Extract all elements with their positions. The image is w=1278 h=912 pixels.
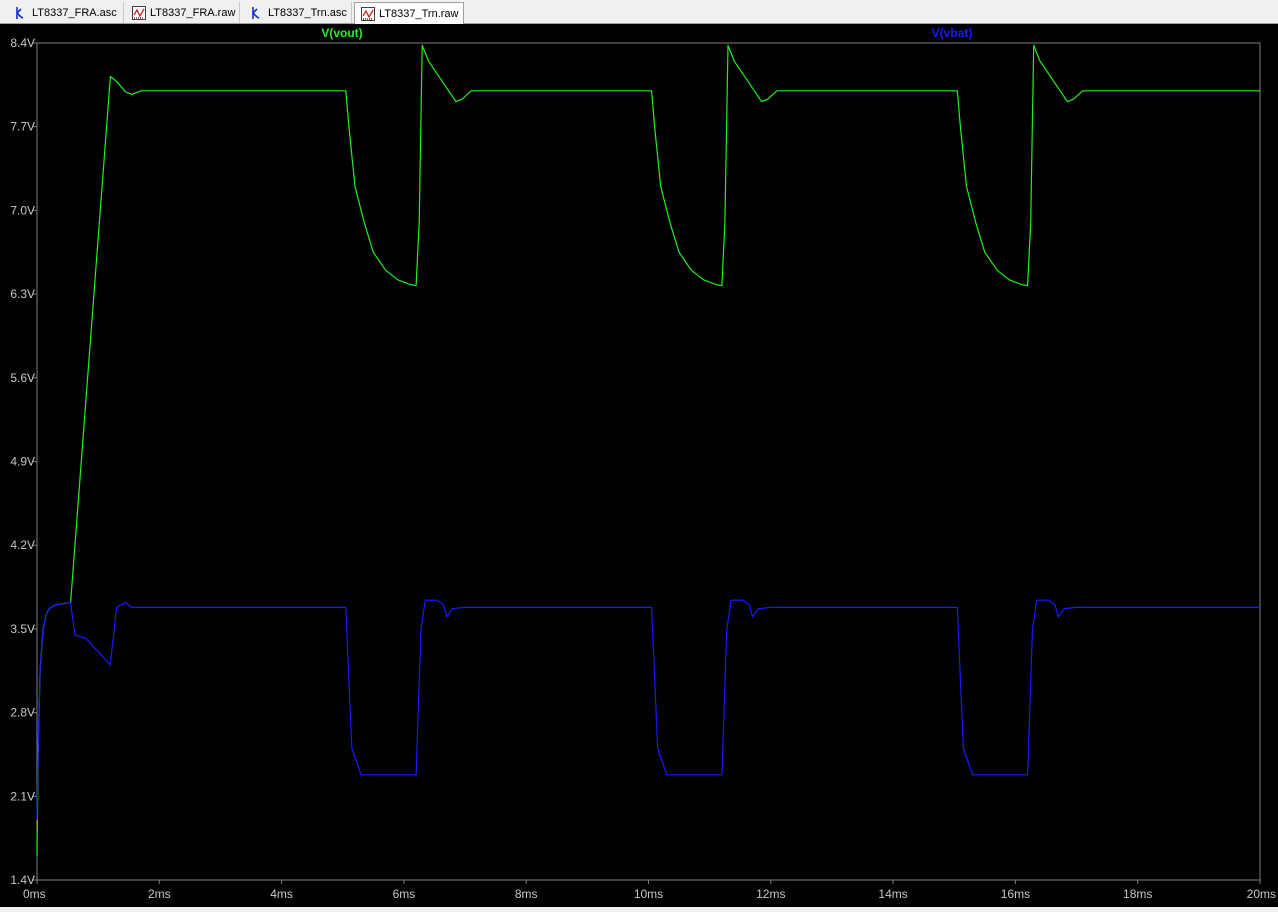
x-tick-label: 8ms xyxy=(515,887,538,901)
y-tick-label: 3.5V xyxy=(10,622,35,636)
x-tick-label: 14ms xyxy=(878,887,907,901)
y-tick-label: 4.2V xyxy=(10,538,35,552)
y-tick-label: 4.9V xyxy=(10,455,35,469)
x-tick-label: 16ms xyxy=(1001,887,1030,901)
legend-vbat[interactable]: V(vbat) xyxy=(932,26,973,40)
x-tick-label: 12ms xyxy=(756,887,785,901)
tab-label: LT8337_Trn.raw xyxy=(379,7,459,20)
tab-label: LT8337_FRA.asc xyxy=(32,6,117,19)
waveform-chart[interactable]: 1.4V 2.1V 2.8V 3.5V 4.2V 4.9V 5.6V 6.3V 7.0V 7.7V… xyxy=(0,24,1278,907)
y-tick-label: 1.4V xyxy=(10,873,35,887)
x-tick-label: 18ms xyxy=(1123,887,1152,901)
schematic-icon xyxy=(250,6,264,20)
x-tick-label: 4ms xyxy=(270,887,293,901)
tab-label: LT8337_Trn.asc xyxy=(268,6,347,19)
tab-trn-asc[interactable]: LT8337_Trn.asc xyxy=(244,2,352,23)
waveform-icon xyxy=(132,5,146,20)
x-tick-label: 0ms xyxy=(23,887,46,901)
x-tick-label: 10ms xyxy=(634,887,663,901)
y-tick-label: 2.1V xyxy=(10,789,35,803)
tab-fra-asc[interactable]: LT8337_FRA.asc xyxy=(8,2,124,23)
x-tick-label: 6ms xyxy=(393,887,416,901)
y-tick-label: 7.7V xyxy=(10,120,35,134)
waveform-icon xyxy=(361,6,375,21)
y-tick-label: 6.3V xyxy=(10,287,35,301)
x-tick-label: 2ms xyxy=(148,887,171,901)
plot-background xyxy=(0,24,1278,907)
schematic-icon xyxy=(14,6,28,20)
x-tick-label: 20ms xyxy=(1247,887,1276,901)
y-tick-label: 7.0V xyxy=(10,203,35,217)
tab-trn-raw[interactable]: LT8337_Trn.raw xyxy=(354,2,464,24)
y-tick-label: 8.4V xyxy=(10,36,35,50)
waveform-plot-pane[interactable]: 1.4V 2.1V 2.8V 3.5V 4.2V 4.9V 5.6V 6.3V 7.0V 7.7V… xyxy=(0,24,1278,907)
tab-fra-raw[interactable]: LT8337_FRA.raw xyxy=(126,2,240,23)
legend-vout[interactable]: V(vout) xyxy=(321,26,362,40)
tab-bar: LT8337_FRA.asc LT8337_FRA.raw LT8337_Trn… xyxy=(0,0,1278,24)
y-tick-label: 5.6V xyxy=(10,371,35,385)
y-tick-label: 2.8V xyxy=(10,706,35,720)
tab-label: LT8337_FRA.raw xyxy=(150,6,236,19)
